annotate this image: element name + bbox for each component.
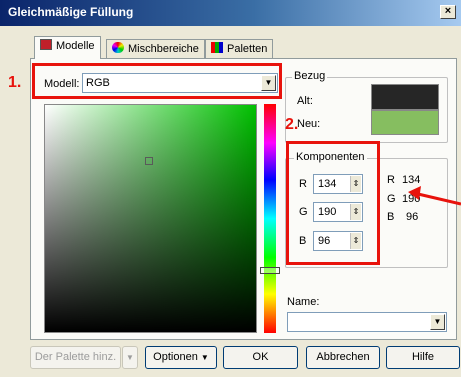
name-label: Name: [287,296,320,308]
tab-models-label: Modelle [56,40,95,52]
readout-blue-label: B [387,211,395,223]
annotation-number-1: 1. [8,74,22,91]
reference-group-title: Bezug [292,70,328,82]
close-button[interactable]: × [440,5,456,19]
new-color-label: Neu: [297,118,321,130]
hue-slider[interactable] [264,104,276,333]
ok-button[interactable]: OK [223,346,298,369]
help-label: Hilfe [411,351,434,363]
old-color-swatch [371,84,439,110]
tab-models[interactable]: Modelle [34,36,101,59]
help-button[interactable]: Hilfe [386,346,460,369]
title-bar[interactable]: Gleichmäßige Füllung × [0,0,461,26]
readout-red-value: 134 [402,174,421,186]
cancel-button[interactable]: Abbrechen [306,346,380,369]
readout-green-value: 190 [402,193,421,205]
readout-green-label: G [387,193,396,205]
color-field[interactable] [44,104,257,333]
tab-blends[interactable]: Mischbereiche [106,39,205,58]
chevron-down-icon: ▼ [200,353,209,362]
color-wheel-icon [112,42,124,53]
tab-palettes-label: Paletten [227,43,268,55]
options-label: Optionen [153,351,198,363]
hue-slider-handle[interactable] [260,267,280,274]
ok-label: OK [252,351,269,363]
chevron-down-icon[interactable]: ▼ [430,314,445,330]
name-select[interactable]: ▼ [287,312,447,332]
palette-grid-icon [211,42,223,53]
new-color-swatch [371,110,439,135]
readout-blue-value: 96 [406,211,419,223]
add-to-palette-label: Der Palette hinz. [34,351,117,363]
tab-blends-label: Mischbereiche [128,43,199,55]
readout-red-label: R [387,174,395,186]
annotation-box-model [32,63,282,99]
options-button[interactable]: Optionen ▼ [145,346,217,369]
add-to-palette-dropdown[interactable]: ▼ [122,346,138,369]
uniform-fill-dialog: Gleichmäßige Füllung × Modelle Mischbere… [0,0,461,377]
annotation-box-components [286,141,380,265]
cancel-label: Abbrechen [316,351,370,363]
old-color-label: Alt: [297,95,313,107]
chevron-down-icon: ▼ [126,353,134,362]
window-title: Gleichmäßige Füllung [8,5,134,19]
color-field-marker[interactable] [145,157,153,165]
annotation-number-2: 2. [285,116,299,133]
models-tab-icon [40,39,52,50]
tab-palettes[interactable]: Paletten [205,39,274,58]
add-to-palette-button[interactable]: Der Palette hinz. [30,346,121,369]
